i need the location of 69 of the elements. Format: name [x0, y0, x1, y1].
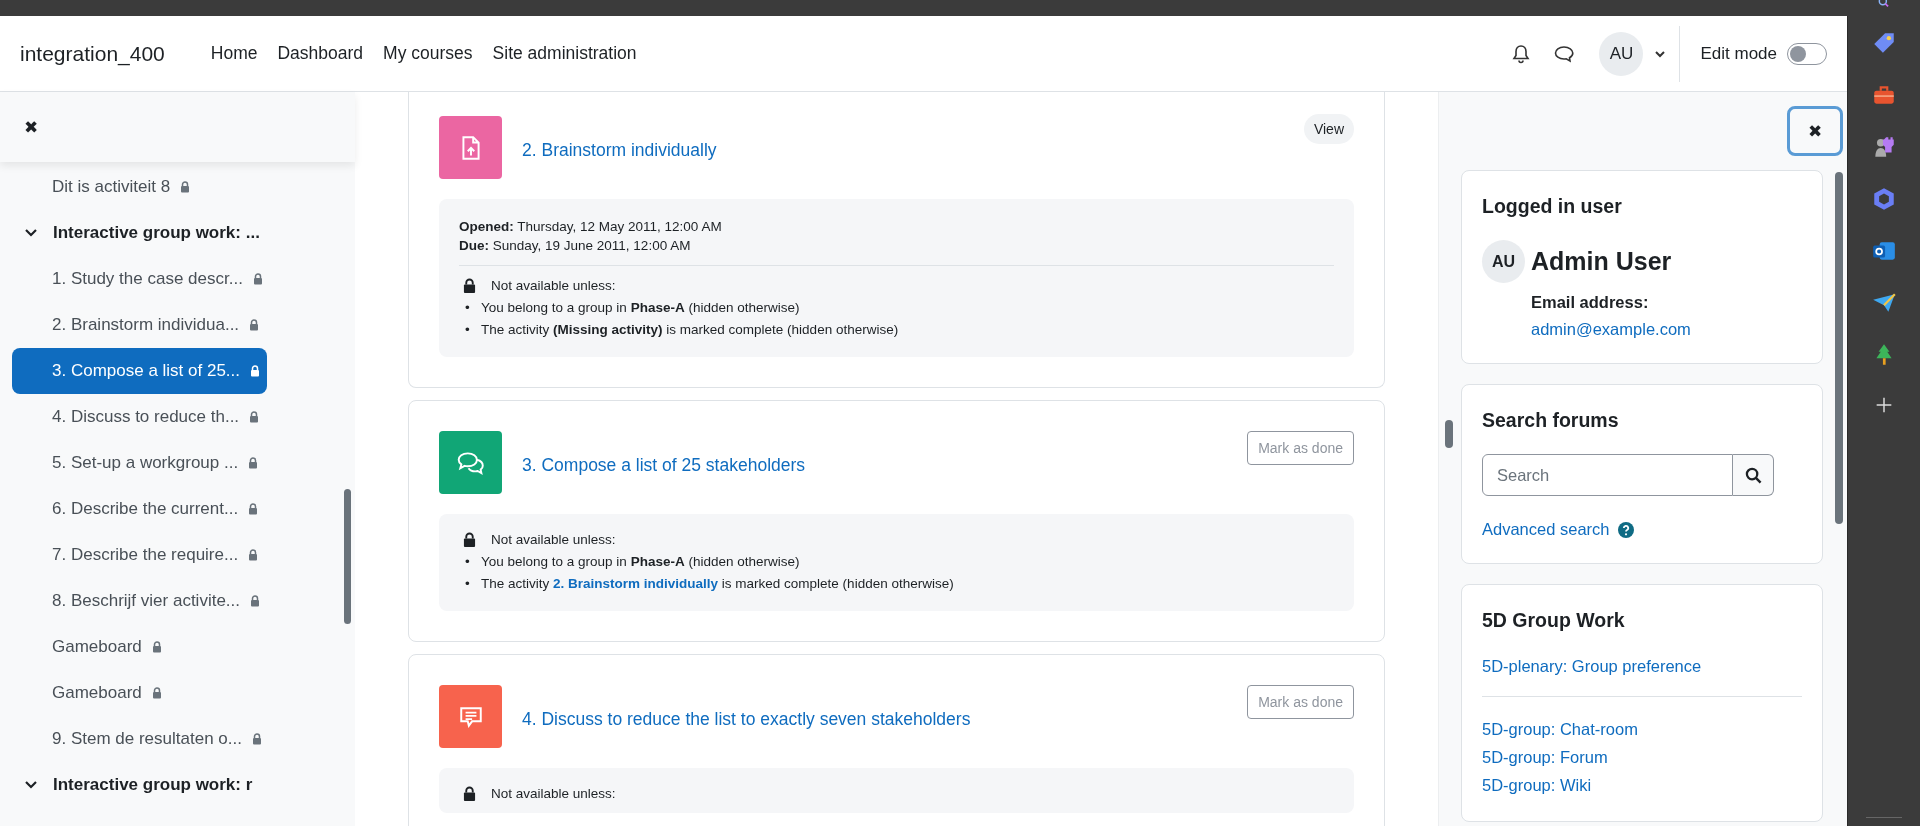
lock-icon — [463, 786, 476, 801]
search-icon — [1744, 466, 1762, 484]
search-field[interactable]: Search — [1482, 454, 1733, 496]
date-text: Due: Sunday, 19 June 2011, 12:00 AM — [459, 237, 692, 255]
course-index-item[interactable]: 3. Compose a list of 25... — [12, 348, 267, 394]
section-title[interactable]: Interactive group work: ... — [53, 223, 260, 243]
nav-link[interactable]: Site administration — [492, 39, 637, 68]
course-index-item[interactable]: 5. Set-up a workgroup ... — [12, 440, 267, 486]
course-index-item[interactable]: 8. Beschrijf vier activite... — [12, 578, 267, 624]
hexagon-logo-icon[interactable] — [1871, 186, 1897, 212]
block-link[interactable]: 5D-group: Chat-room — [1482, 717, 1802, 741]
restriction-item: The activity (Missing activity) is marked complete (hidden otherwise) — [481, 321, 899, 339]
email-link[interactable]: admin@example.com — [1531, 320, 1691, 338]
course-index-item[interactable]: 4. Discuss to reduce th... — [12, 394, 267, 440]
advanced-search-link[interactable]: Advanced search — [1482, 520, 1610, 539]
edit-mode-label: Edit mode — [1700, 43, 1777, 64]
block-link[interactable]: 5D-group: Wiki — [1482, 773, 1802, 797]
activity-link[interactable]: 2. Brainstorm individually — [553, 576, 719, 591]
chat-bubble-icon[interactable] — [1553, 43, 1576, 64]
site-name[interactable]: integration_400 — [20, 41, 165, 66]
bell-icon[interactable] — [1511, 43, 1532, 64]
bullet: • — [465, 553, 471, 571]
nav-link[interactable]: Dashboard — [277, 39, 364, 68]
course-index-item[interactable]: Dit is activiteit 8 — [12, 164, 267, 210]
help-icon[interactable] — [1617, 521, 1634, 538]
section-title[interactable]: Interactive group work: r — [53, 775, 253, 795]
lock-icon — [463, 532, 476, 547]
chevron-icon[interactable] — [25, 781, 37, 789]
block-title: Logged in user — [1482, 195, 1623, 218]
course-index-item[interactable]: 2. Brainstorm individua... — [12, 302, 267, 348]
restriction-heading: Not available unless: — [491, 532, 616, 547]
scrollbar[interactable] — [344, 489, 351, 624]
block-link[interactable]: 5D-group: Forum — [1482, 745, 1802, 769]
close-button[interactable]: ✖ — [24, 116, 38, 138]
course-index-item[interactable]: Gameboard — [12, 670, 267, 716]
nav-link[interactable]: Home — [210, 39, 258, 68]
activity-title-link[interactable]: 3. Compose a list of 25 stakeholders — [522, 455, 806, 476]
block-title: 5D Group Work — [1482, 609, 1626, 632]
search-button[interactable] — [1733, 454, 1774, 496]
date-text: Opened: Thursday, 12 May 2011, 12:00 AM — [459, 218, 723, 236]
course-index-item[interactable]: 9. Stem de resultaten o... — [12, 716, 267, 762]
email-label: Email address: — [1531, 293, 1650, 312]
course-index-item[interactable]: 1. Study the case descr... — [12, 256, 267, 302]
user-avatar: AU — [1482, 240, 1525, 283]
restriction-heading: Not available unless: — [491, 278, 616, 293]
block-title: Search forums — [1482, 409, 1620, 432]
activity-title-link[interactable]: 4. Discuss to reduce the list to exactly seven stakeholders — [522, 709, 971, 730]
bullet: • — [465, 575, 471, 593]
activity-title-link[interactable]: 2. Brainstorm individually — [522, 140, 717, 161]
course-index-item[interactable]: 6. Describe the current... — [12, 486, 267, 532]
scrollbar[interactable] — [1835, 172, 1843, 524]
restriction-item: You belong to a group in Phase-A (hidden otherwise) — [481, 553, 800, 571]
restriction-item: The activity 2. Brainstorm individually is marked complete (hidden otherwise) — [481, 575, 954, 593]
bullet: • — [465, 299, 471, 317]
user-avatar[interactable]: AU — [1599, 31, 1644, 76]
user-name: Admin User — [1531, 247, 1672, 276]
lock-icon — [463, 278, 476, 293]
close-button[interactable]: ✖ — [1787, 106, 1843, 156]
restriction-item: You belong to a group in Phase-A (hidden otherwise) — [481, 299, 800, 317]
course-index-item[interactable]: 7. Describe the require... — [12, 532, 267, 578]
view-button[interactable]: View — [1303, 114, 1354, 144]
course-index-item[interactable]: Gameboard — [12, 624, 267, 670]
bullet: • — [465, 321, 471, 339]
scrollbar[interactable] — [1445, 420, 1453, 448]
caret-icon[interactable] — [1655, 49, 1666, 58]
block-link[interactable]: 5D-plenary: Group preference — [1482, 654, 1802, 678]
chevron-icon[interactable] — [25, 229, 37, 237]
nav-link[interactable]: My courses — [383, 39, 473, 68]
restriction-heading: Not available unless: — [491, 786, 616, 801]
